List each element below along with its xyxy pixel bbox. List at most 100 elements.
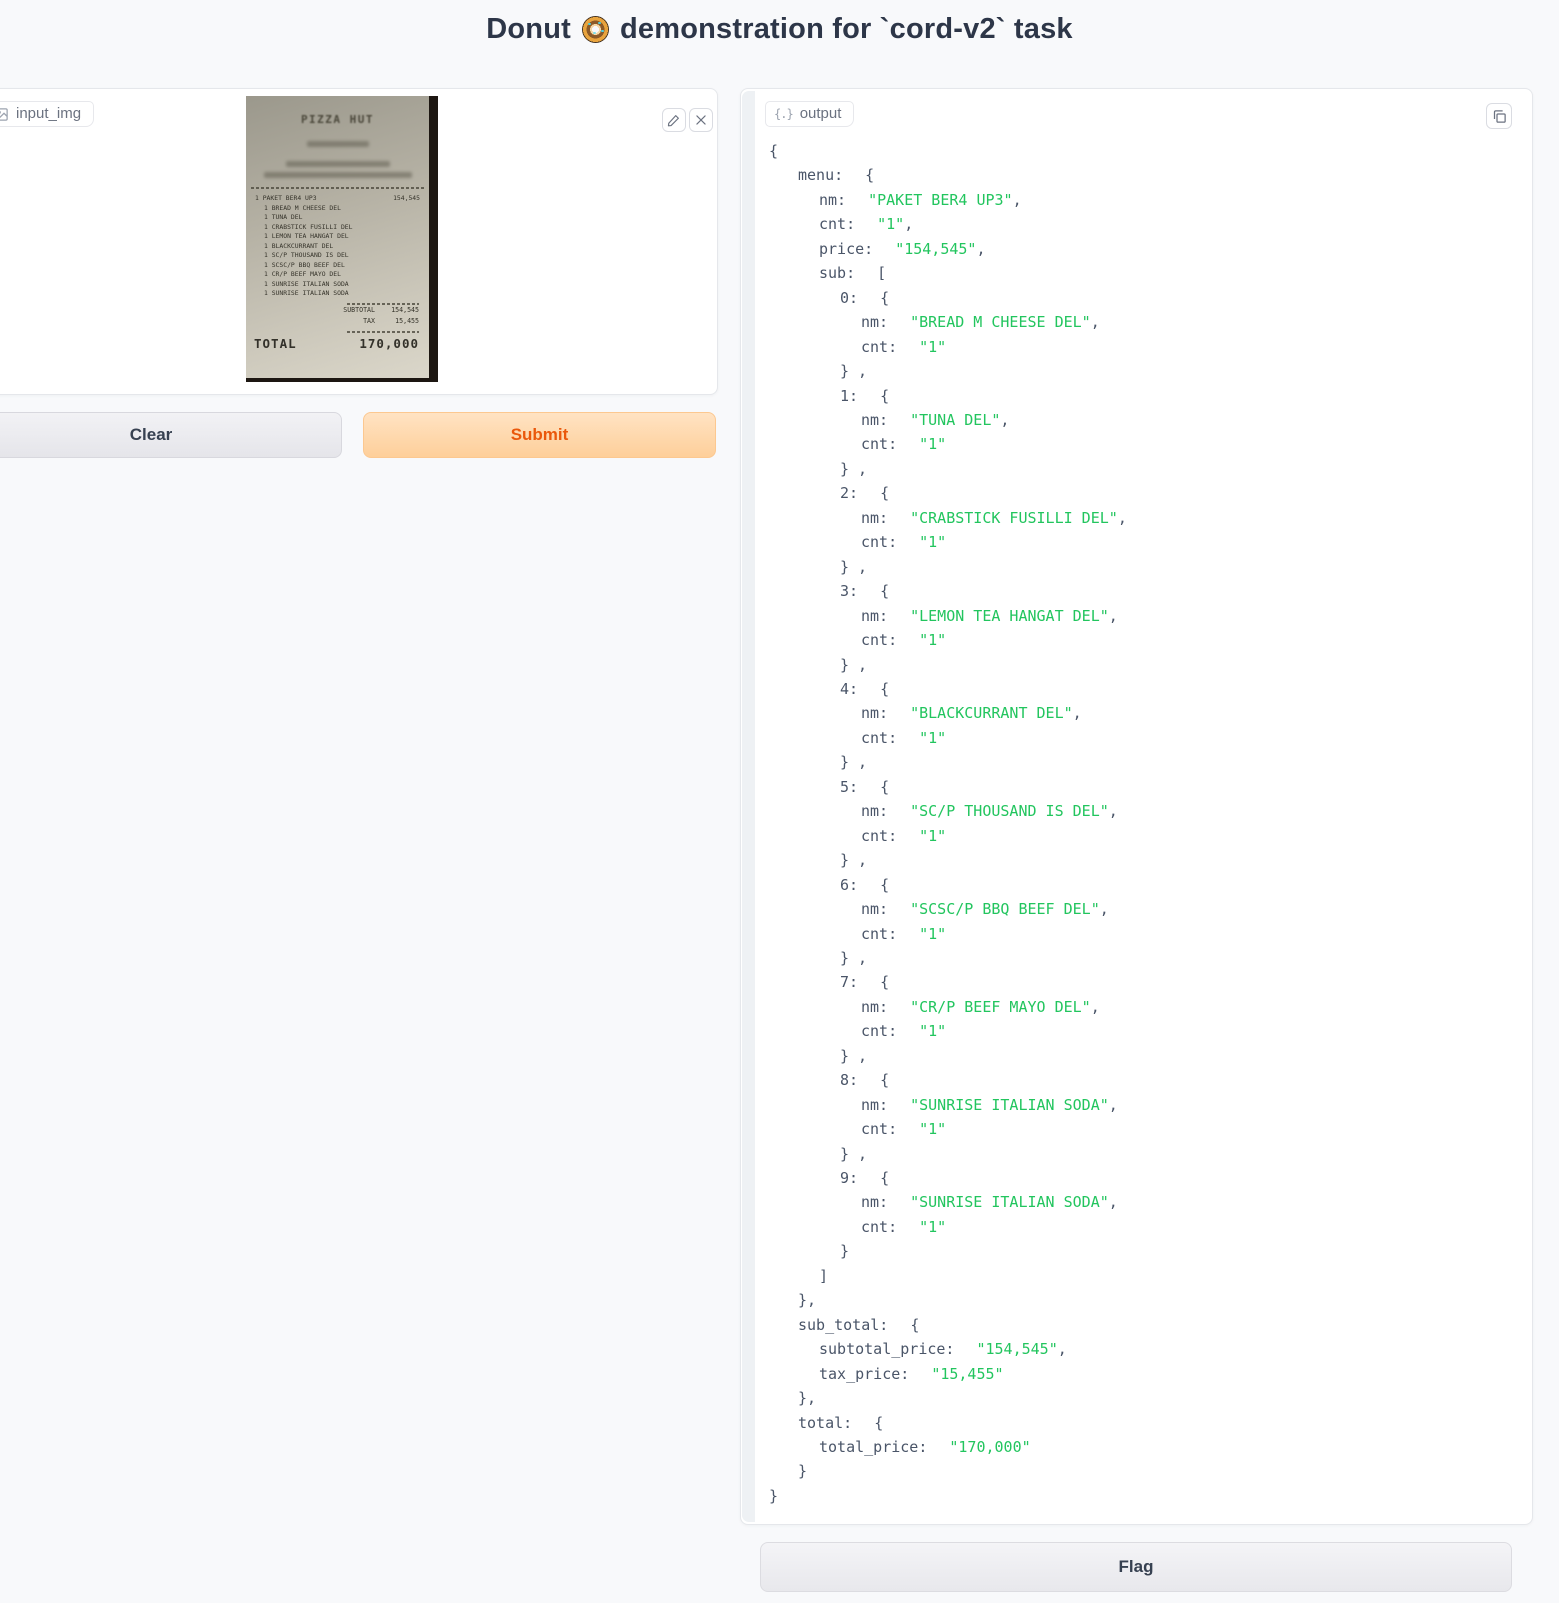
receipt-paper: PIZZA HUT 1 PAKET BER4 UP3 154,545 1 BREAD… [246,96,429,378]
json-string-value: "1" [919,826,947,845]
json-line: } , [840,851,868,870]
json-line: } , [840,459,868,478]
json-string-value: "1" [919,728,947,747]
receipt-tax-value: 15,455 [395,316,419,325]
json-string-value: "154,545" [895,239,977,258]
edit-image-button[interactable] [662,108,686,132]
json-line: 0:{ [840,288,890,307]
remove-image-button[interactable] [689,108,713,132]
receipt-image[interactable]: PIZZA HUT 1 PAKET BER4 UP3 154,545 1 BREAD… [246,96,438,382]
json-string-value: "1" [919,435,947,454]
receipt-blurred-line [285,161,390,167]
json-string-value: "CRABSTICK FUSILLI DEL" [910,508,1118,527]
copy-button[interactable] [1486,103,1512,129]
json-string-value: "1" [919,631,947,650]
clear-button[interactable]: Clear [0,412,342,458]
receipt-subtotal-label: SUBTOTAL [343,305,375,314]
json-line: nm: "SC/P THOUSAND IS DEL", [861,802,1118,821]
receipt-subtotal-value: 154,545 [391,305,419,314]
json-line: cnt: "1" [861,631,947,650]
json-string-value: "170,000" [949,1438,1031,1457]
json-line: 8:{ [840,1071,890,1090]
json-line: 6:{ [840,875,890,894]
json-line: cnt: "1" [861,728,947,747]
json-string-value: "1" [919,1120,947,1139]
braces-icon: {.} [774,107,794,121]
json-line: nm: "SUNRISE ITALIAN SODA", [861,1193,1118,1212]
pencil-icon [667,113,681,127]
json-line: nm: "CRABSTICK FUSILLI DEL", [861,508,1127,527]
receipt-line-text: 1 CRABSTICK FUSILLI DEL [264,222,353,231]
json-line: 3:{ [840,582,890,601]
json-line: } , [840,1046,868,1065]
input-image-panel: input_img PIZZA HUT 1 PAKET BER4 UP3 154… [0,88,718,395]
input-img-label: input_img [0,101,95,127]
page-title-suffix: demonstration for `cord-v2` task [620,12,1073,45]
receipt-line: 1 LEMON TEA HANGAT DEL [255,232,420,242]
json-string-value: "154,545" [976,1340,1058,1359]
json-line: } , [840,557,868,576]
json-line: nm: "BREAD M CHEESE DEL", [861,313,1100,332]
flag-button[interactable]: Flag [760,1542,1512,1592]
json-line: nm: "SUNRISE ITALIAN SODA", [861,1095,1118,1114]
json-line: } [769,1486,779,1505]
json-line: nm: "CR/P BEEF MAYO DEL", [861,997,1100,1016]
json-line: 9:{ [840,1169,890,1188]
receipt-line-text: 1 SUNRISE ITALIAN SODA [264,279,349,288]
json-line: cnt: "1" [861,1022,947,1041]
json-line: total:{ [798,1413,884,1432]
json-line: nm: "SCSC/P BBQ BEEF DEL", [861,900,1109,919]
json-string-value: "BREAD M CHEESE DEL" [910,313,1091,332]
json-line: sub:[ [819,264,887,283]
json-string-value: "SUNRISE ITALIAN SODA" [910,1095,1109,1114]
json-line: } , [840,362,868,381]
receipt-line: 1 SC/P THOUSAND IS DEL [255,251,420,261]
json-line: } , [840,948,868,967]
json-string-value: "BLACKCURRANT DEL" [910,704,1073,723]
output-label-text: output [799,105,842,122]
json-line: nm: "LEMON TEA HANGAT DEL", [861,606,1118,625]
receipt-brand: PIZZA HUT [300,113,375,126]
receipt-line-text: 1 SCSC/P BBQ BEEF DEL [264,260,345,269]
receipt-line-text: 1 CR/P BEEF MAYO DEL [264,270,341,278]
json-line: price: "154,545", [819,239,986,258]
submit-button[interactable]: Submit [363,412,716,458]
json-string-value: "1" [919,924,947,943]
json-line: menu:{ [798,166,875,185]
receipt-line: 1 BLACKCURRANT DEL [255,242,420,252]
json-string-value: "CR/P BEEF MAYO DEL" [910,997,1091,1016]
json-line: cnt: "1" [861,826,947,845]
json-output: {menu:{nm: "PAKET BER4 UP3", cnt: "1", price… [769,139,1518,1508]
json-string-value: "TUNA DEL" [910,410,1001,429]
receipt-items: 1 PAKET BER4 UP3 154,545 1 BREAD M CHEESE … [246,194,429,299]
json-line: cnt: "1" [861,924,947,943]
receipt-total-value: 170,000 [359,335,419,351]
receipt-line: 1 CR/P BEEF MAYO DEL [255,270,420,280]
receipt-line: 1 BREAD M CHEESE DEL [255,204,420,214]
close-icon [694,113,708,127]
json-string-value: "LEMON TEA HANGAT DEL" [910,606,1109,625]
receipt-line: 1 SCSC/P BBQ BEEF DEL [255,261,420,271]
receipt-line: 1 PAKET BER4 UP3 154,545 [255,194,420,204]
receipt-line-text: 1 BLACKCURRANT DEL [264,241,334,250]
receipt-line-text: 1 LEMON TEA HANGAT DEL [264,232,349,240]
json-line: nm: "PAKET BER4 UP3", [819,190,1022,209]
receipt-total-label: TOTAL [254,335,297,351]
json-gutter [742,91,755,1522]
receipt-line-text: 1 PAKET BER4 UP3 [255,194,317,202]
json-string-value: "1" [919,337,947,356]
json-line: } [840,1242,850,1261]
receipt-line: 1 SUNRISE ITALIAN SODA [255,280,420,290]
receipt-line: 1 TUNA DEL [255,213,420,223]
input-img-label-text: input_img [16,105,82,122]
json-line: }, [798,1291,817,1310]
json-line: nm: "BLACKCURRANT DEL", [861,704,1082,723]
receipt-line-text: 1 BREAD M CHEESE DEL [264,203,341,212]
receipt-total-row: TOTAL 170,000 [246,333,429,351]
json-line: 5:{ [840,777,890,796]
json-line: { [769,142,779,160]
output-panel: {.} output { menu:{ nm: "PAKET BER4 UP3", cn… [740,88,1533,1525]
json-line: tax_price: "15,455" [819,1364,1004,1383]
receipt-line: 1 CRABSTICK FUSILLI DEL [255,223,420,233]
json-line: total_price: "170,000" [819,1438,1031,1457]
